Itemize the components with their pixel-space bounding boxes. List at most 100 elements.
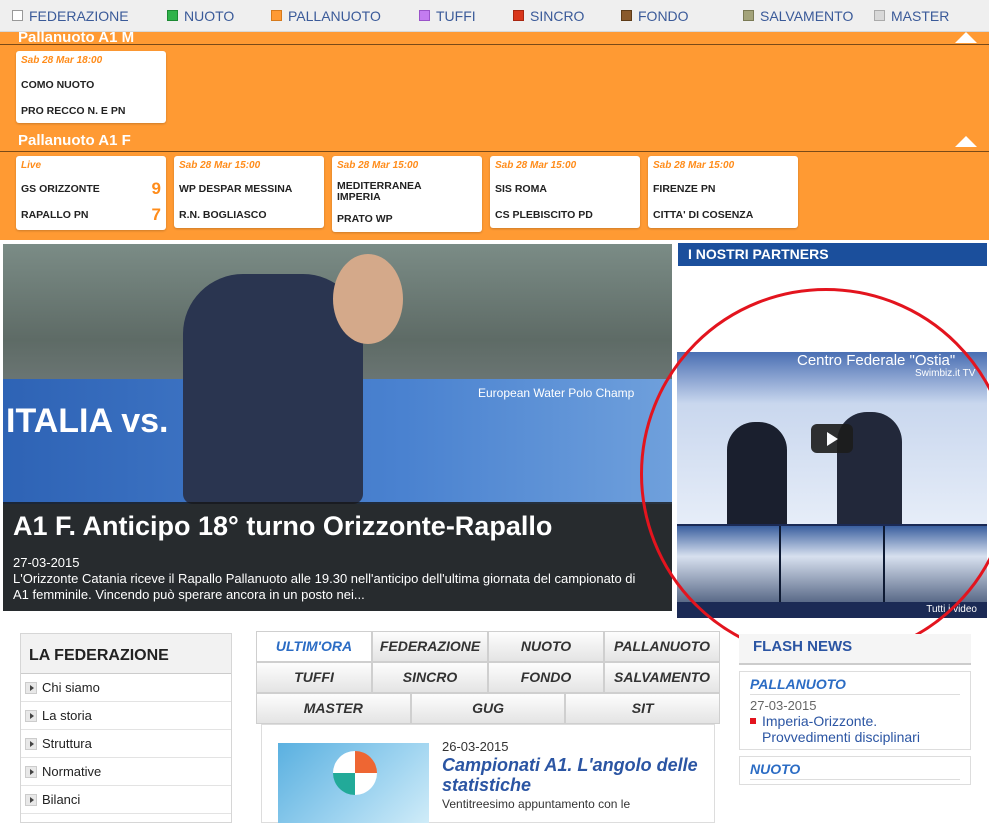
filter-label: NUOTO (184, 7, 235, 24)
filter-sincro-swatch (513, 10, 524, 21)
filter-tuffi[interactable]: TUFFI (419, 8, 513, 24)
flash-category[interactable]: NUOTO (750, 761, 960, 780)
federazione-item-storia[interactable]: La storia (21, 702, 231, 730)
filter-salvamento-swatch (743, 10, 754, 21)
hero-banner-text: ITALIA vs. (6, 402, 169, 440)
filter-salvamento[interactable]: SALVAMENTO (743, 8, 874, 24)
federazione-item-chi-siamo[interactable]: Chi siamo (21, 674, 231, 702)
menu-item-label: Chi siamo (42, 680, 100, 695)
tab-fondo[interactable]: FONDO (488, 662, 604, 693)
filter-federazione-checkbox[interactable] (12, 10, 23, 21)
hero-title[interactable]: A1 F. Anticipo 18° turno Orizzonte-Rapal… (13, 511, 552, 542)
filter-label: PALLANUOTO (288, 7, 381, 24)
match-time: Sab 28 Mar 15:00 (495, 160, 577, 171)
collapse-a1m-icon[interactable] (955, 32, 977, 43)
flash-date: 27-03-2015 (750, 698, 817, 713)
results-panel: Pallanuoto A1 M Sab 28 Mar 18:00 COMO NU… (0, 29, 989, 240)
home-team: GS ORIZZONTE (21, 183, 100, 195)
hero-slider[interactable]: ITALIA vs. European Water Polo Champ A1 … (3, 244, 672, 611)
match-time: Sab 28 Mar 15:00 (653, 160, 735, 171)
bullet-arrow-icon (25, 681, 37, 694)
filter-label: TUFFI (436, 7, 476, 24)
league-title-a1f[interactable]: Pallanuoto A1 F (18, 132, 131, 149)
news-item[interactable]: 26-03-2015 Campionati A1. L'angolo delle… (261, 724, 715, 823)
tab-sincro[interactable]: SINCRO (372, 662, 488, 693)
federazione-item-bilanci[interactable]: Bilanci (21, 786, 231, 814)
federazione-item-struttura[interactable]: Struttura (21, 730, 231, 758)
filter-fondo-swatch (621, 10, 632, 21)
away-team: CS PLEBISCITO PD (495, 209, 593, 221)
bullet-arrow-icon (25, 793, 37, 806)
home-team: FIRENZE PN (653, 183, 716, 195)
flash-item-text: Imperia-Orizzonte. Provvedimenti discipl… (762, 713, 920, 745)
filter-label: SALVAMENTO (760, 7, 854, 24)
tab-pallanuoto[interactable]: PALLANUOTO (604, 631, 720, 662)
menu-item-label: Bilanci (42, 792, 81, 807)
away-score: 7 (151, 205, 161, 224)
tab-gug[interactable]: GUG (410, 693, 566, 724)
red-bullet-icon (750, 718, 756, 724)
news-excerpt: Ventitreesimo appuntamento con le (442, 797, 631, 811)
match-card-a1f-0[interactable]: Live GS ORIZZONTE 9 RAPALLO PN 7 (16, 156, 166, 230)
tab-tuffi[interactable]: TUFFI (256, 662, 372, 693)
menu-item-label: La storia (42, 708, 92, 723)
flash-item[interactable]: Imperia-Orizzonte. Provvedimenti discipl… (750, 713, 960, 745)
match-card-a1m-0[interactable]: Sab 28 Mar 18:00 COMO NUOTO PRO RECCO N.… (16, 51, 166, 123)
away-team: R.N. BOGLIASCO (179, 209, 267, 221)
federazione-menu: LA FEDERAZIONE Chi siamo La storia Strut… (20, 633, 232, 823)
filter-nuoto-swatch (167, 10, 178, 21)
waterpolo-ball-icon (333, 751, 377, 795)
match-card-a1f-4[interactable]: Sab 28 Mar 15:00 FIRENZE PN CITTA' DI CO… (648, 156, 798, 228)
away-team: PRO RECCO N. E PN (21, 105, 126, 117)
news-tabs: ULTIM'ORA FEDERAZIONE NUOTO PALLANUOTO T… (256, 631, 721, 724)
flash-category[interactable]: PALLANUOTO (750, 676, 960, 695)
match-time: Sab 28 Mar 15:00 (179, 160, 261, 171)
match-card-a1f-3[interactable]: Sab 28 Mar 15:00 SIS ROMA CS PLEBISCITO … (490, 156, 640, 228)
filter-pallanuoto-swatch (271, 10, 282, 21)
flash-news-title: FLASH NEWS (739, 634, 971, 665)
home-score: 9 (151, 179, 161, 198)
tab-salvamento[interactable]: SALVAMENTO (604, 662, 720, 693)
tab-row: ULTIM'ORA FEDERAZIONE NUOTO PALLANUOTO (256, 631, 720, 662)
home-team: COMO NUOTO (21, 79, 95, 91)
match-card-a1f-1[interactable]: Sab 28 Mar 15:00 WP DESPAR MESSINA R.N. … (174, 156, 324, 228)
partners-title: I NOSTRI PARTNERS (678, 243, 987, 266)
filter-master[interactable]: MASTER (874, 8, 964, 24)
match-time: Sab 28 Mar 15:00 (337, 160, 419, 171)
tab-federazione[interactable]: FEDERAZIONE (372, 631, 488, 662)
match-time: Live (21, 160, 42, 171)
federazione-title: LA FEDERAZIONE (21, 634, 231, 674)
sport-filter-bar: FEDERAZIONE NUOTO PALLANUOTO TUFFI SINCR… (0, 0, 989, 32)
news-headline[interactable]: Campionati A1. L'angolo delle statistich… (442, 755, 707, 795)
away-team: CITTA' DI COSENZA (653, 209, 754, 221)
away-team: RAPALLO PN (21, 209, 89, 221)
collapse-a1f-icon[interactable] (955, 136, 977, 147)
tab-ultimora[interactable]: ULTIM'ORA (256, 631, 372, 662)
home-team: SIS ROMA (495, 183, 547, 195)
federazione-item-normative[interactable]: Normative (21, 758, 231, 786)
filter-nuoto[interactable]: NUOTO (167, 8, 271, 24)
news-date: 26-03-2015 (442, 739, 509, 754)
filter-pallanuoto[interactable]: PALLANUOTO (271, 8, 419, 24)
tab-nuoto[interactable]: NUOTO (488, 631, 604, 662)
tab-row: MASTER GUG SIT (256, 693, 721, 724)
filter-label: SINCRO (530, 7, 585, 24)
filter-label: FEDERAZIONE (29, 7, 129, 24)
news-thumbnail[interactable] (278, 743, 429, 823)
away-team: PRATO WP (337, 213, 393, 225)
filter-label: FONDO (638, 7, 689, 24)
flash-news: FLASH NEWS PALLANUOTO 27-03-2015 Imperia… (739, 634, 971, 823)
match-card-a1f-2[interactable]: Sab 28 Mar 15:00 MEDITERRANEA IMPERIA PR… (332, 156, 482, 232)
tab-row: TUFFI SINCRO FONDO SALVAMENTO (256, 662, 720, 693)
filter-sincro[interactable]: SINCRO (513, 8, 621, 24)
filter-federazione[interactable]: FEDERAZIONE (12, 8, 167, 24)
tab-master[interactable]: MASTER (256, 693, 411, 724)
hero-description: L'Orizzonte Catania riceve il Rapallo Pa… (13, 571, 636, 602)
tab-sit[interactable]: SIT (565, 693, 721, 724)
league-divider (0, 151, 989, 152)
filter-fondo[interactable]: FONDO (621, 8, 743, 24)
bullet-arrow-icon (25, 737, 37, 750)
bullet-arrow-icon (25, 765, 37, 778)
home-team: MEDITERRANEA IMPERIA (337, 180, 422, 203)
filter-master-swatch (874, 10, 885, 21)
